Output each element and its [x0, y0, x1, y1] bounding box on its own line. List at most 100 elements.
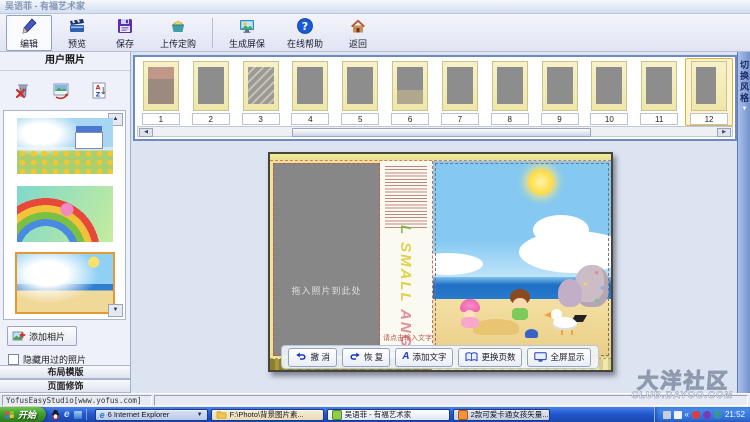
photo-thumbnail-beach-selected[interactable] — [15, 252, 115, 314]
quick-launch-divider — [86, 409, 87, 420]
page-thumbnail-11[interactable]: 11 — [635, 58, 683, 126]
page-thumbnail-1[interactable]: 1 — [137, 58, 185, 126]
start-button[interactable]: 开始 — [0, 407, 46, 422]
change-pages-label: 更换页数 — [481, 351, 515, 363]
svg-text:Z: Z — [96, 91, 101, 99]
delete-photo-button[interactable] — [10, 77, 36, 103]
toolbar-button-save[interactable]: 保存 — [102, 15, 148, 51]
show-desktop-icon[interactable] — [74, 411, 82, 419]
chevron-down-icon: ▼ — [742, 106, 748, 112]
clapperboard-icon — [67, 16, 87, 36]
cloud-shape — [433, 253, 483, 275]
redo-icon — [349, 352, 361, 362]
purple-tray-icon[interactable] — [703, 411, 711, 419]
girl-figure — [457, 299, 483, 329]
tray-clock[interactable]: 21:52 — [725, 410, 745, 419]
floppy-save-icon — [115, 16, 135, 36]
page-number: 9 — [541, 113, 579, 125]
toolbar-button-return[interactable]: 返回 — [335, 15, 381, 51]
photo-list: ▲ ▼ — [3, 110, 126, 320]
toolbar-button-preview[interactable]: 预览 — [54, 15, 100, 51]
internet-explorer-icon[interactable]: e — [64, 410, 70, 420]
scroll-right-arrow-icon[interactable]: ▶ — [717, 128, 731, 137]
group-dropdown-arrow-icon: ▼ — [197, 412, 203, 418]
spread-body: 拖入照片到此处 L SMALL ANG 请点击输入文字 — [270, 161, 611, 358]
quick-launch: e — [46, 409, 92, 420]
task-app-active[interactable]: 吴语菲 - 有福艺术家 — [327, 409, 450, 421]
tray-collapse-icon[interactable]: « — [685, 411, 689, 419]
page-thumbnail-9[interactable]: 9 — [536, 58, 584, 126]
sort-photos-button[interactable]: AZ — [86, 77, 112, 103]
page-decorate-section-bar[interactable]: 页面修饰 — [0, 379, 131, 393]
page-thumbnail-6[interactable]: 6 — [386, 58, 434, 126]
photo-thumbnail-sunflower[interactable] — [17, 118, 113, 174]
task-label: 吴语菲 - 有福艺术家 — [345, 409, 412, 420]
taskbar-tasks: e 6 Internet Explorer ▼ F:\Photo\背景图片素..… — [92, 409, 550, 421]
qq-penguin-icon[interactable] — [51, 409, 60, 420]
page-thumbnail-12-selected[interactable]: 12 — [685, 58, 733, 126]
page-preview — [492, 61, 528, 111]
book-spread[interactable]: 拖入照片到此处 L SMALL ANG 请点击输入文字 — [268, 152, 613, 372]
user-photos-sidebar: 用户照片 AZ ▲ ▼ 添加相片 隐藏用过的照片 布局模版 — [0, 52, 131, 393]
add-text-icon: A — [402, 352, 409, 362]
red-tray-icon[interactable] — [692, 411, 700, 419]
page-thumbnail-2[interactable]: 2 — [187, 58, 235, 126]
photo-thumbnail-rainbow[interactable] — [17, 186, 113, 242]
export-photo-button[interactable] — [48, 77, 74, 103]
layout-template-section-bar[interactable]: 布局模版 — [0, 365, 131, 379]
page-thumbnail-5[interactable]: 5 — [336, 58, 384, 126]
page-thumbnail-3[interactable]: 3 — [237, 58, 285, 126]
green-tray-icon[interactable] — [714, 411, 722, 419]
windows-taskbar: 开始 e e 6 Internet Explorer ▼ F:\Photo\背景… — [0, 407, 750, 422]
add-photo-button[interactable]: 添加相片 — [7, 326, 77, 346]
printer-tray-icon[interactable] — [663, 411, 671, 419]
switch-style-tab[interactable]: 切换风格 ▼ — [738, 60, 750, 112]
redo-button[interactable]: 恢 复 — [342, 348, 390, 367]
window-title: 吴语菲 - 有福艺术家 — [5, 1, 85, 11]
page-preview — [143, 61, 179, 111]
fullscreen-button[interactable]: 全屏显示 — [527, 348, 591, 367]
fullscreen-label: 全屏显示 — [550, 351, 584, 363]
toolbar-button-help[interactable]: ? 在线帮助 — [277, 15, 333, 51]
task-cartoon-vector-doc[interactable]: 2款可爱卡通女孩矢量... — [453, 409, 550, 421]
sunflower-house-image — [17, 118, 113, 174]
left-page[interactable]: 拖入照片到此处 — [270, 161, 380, 358]
page-preview — [292, 61, 328, 111]
toolbar-button-upload-order[interactable]: 上传定购 — [150, 15, 206, 51]
page-filmstrip: 1 2 3 4 5 6 7 8 9 10 11 12 ◀ ▶ — [133, 55, 737, 141]
add-photo-icon — [12, 329, 26, 343]
page-thumbnail-4[interactable]: 4 — [286, 58, 334, 126]
hide-used-checkbox[interactable] — [8, 354, 19, 365]
canvas-action-bar: 撤 消 恢 复 A 添加文字 更换页数 全屏显示 — [281, 345, 599, 369]
toolbar-button-edit[interactable]: 编辑 — [6, 15, 52, 51]
scroll-down-arrow-icon[interactable]: ▼ — [108, 304, 123, 317]
filmstrip-scrollbar[interactable]: ◀ ▶ — [137, 126, 733, 137]
add-text-label: 添加文字 — [412, 351, 446, 363]
photo-drop-placeholder[interactable]: 拖入照片到此处 — [273, 163, 380, 356]
spine-text-column[interactable]: L SMALL ANG 请点击输入文字 — [380, 161, 433, 358]
right-page-beach-photo[interactable] — [433, 161, 611, 358]
page-number: 11 — [640, 113, 678, 125]
toolbar-separator — [212, 18, 213, 48]
folder-icon — [216, 410, 227, 419]
page-thumbnail-10[interactable]: 10 — [585, 58, 633, 126]
document-tray-icon[interactable] — [674, 411, 682, 419]
page-thumbnail-7[interactable]: 7 — [436, 58, 484, 126]
task-photo-folder[interactable]: F:\Photo\背景图片素... — [211, 409, 324, 421]
add-text-button[interactable]: A 添加文字 — [395, 348, 453, 367]
undo-button[interactable]: 撤 消 — [288, 348, 336, 367]
task-label: 2款可爱卡通女孩矢量... — [471, 409, 549, 420]
page-preview — [392, 61, 428, 111]
scrollbar-thumb[interactable] — [292, 128, 591, 137]
text-input-hint[interactable]: 请点击输入文字 — [383, 333, 432, 343]
page-number: 10 — [590, 113, 628, 125]
page-preview — [542, 61, 578, 111]
question-help-icon: ? — [295, 16, 315, 36]
task-internet-explorer[interactable]: e 6 Internet Explorer ▼ — [95, 409, 208, 421]
image-doc-icon — [458, 410, 468, 420]
shell-shape — [525, 329, 538, 338]
toolbar-button-screensaver[interactable]: 生成屏保 — [219, 15, 275, 51]
scroll-left-arrow-icon[interactable]: ◀ — [139, 128, 153, 137]
change-pages-button[interactable]: 更换页数 — [458, 348, 522, 367]
page-thumbnail-8[interactable]: 8 — [486, 58, 534, 126]
